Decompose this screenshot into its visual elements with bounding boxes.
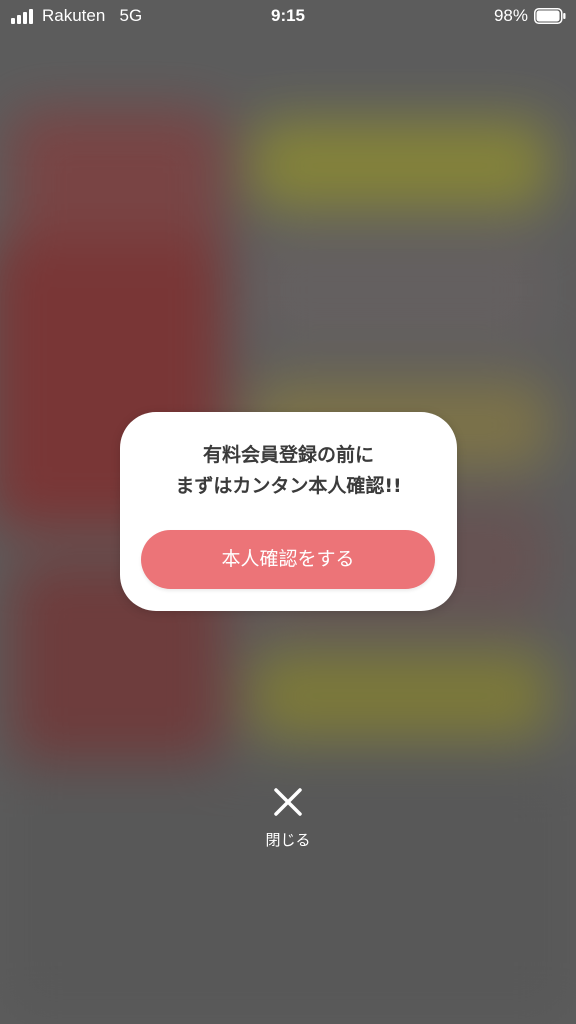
dialog-message-line-1: 有料会員登録の前に bbox=[202, 444, 374, 466]
verify-identity-button[interactable]: 本人確認をする bbox=[141, 530, 435, 589]
battery-icon bbox=[534, 8, 566, 24]
identity-verification-dialog: 有料会員登録の前に まずはカンタン本人確認!! 本人確認をする bbox=[120, 412, 457, 611]
close-label: 閉じる bbox=[265, 831, 311, 849]
dialog-message: 有料会員登録の前に まずはカンタン本人確認!! bbox=[120, 440, 457, 502]
dialog-message-line-2: まずはカンタン本人確認!! bbox=[175, 475, 402, 497]
battery-percent: 98% bbox=[493, 6, 528, 25]
clock: 9:15 bbox=[270, 6, 306, 25]
screen: Rakuten 5G 9:15 98% 有料会員登録の前に まずはカンタン本人確… bbox=[0, 0, 576, 1024]
status-bar: Rakuten 5G 9:15 98% bbox=[0, 0, 576, 34]
close-button[interactable]: 閉じる bbox=[248, 783, 328, 855]
close-icon bbox=[274, 788, 302, 816]
